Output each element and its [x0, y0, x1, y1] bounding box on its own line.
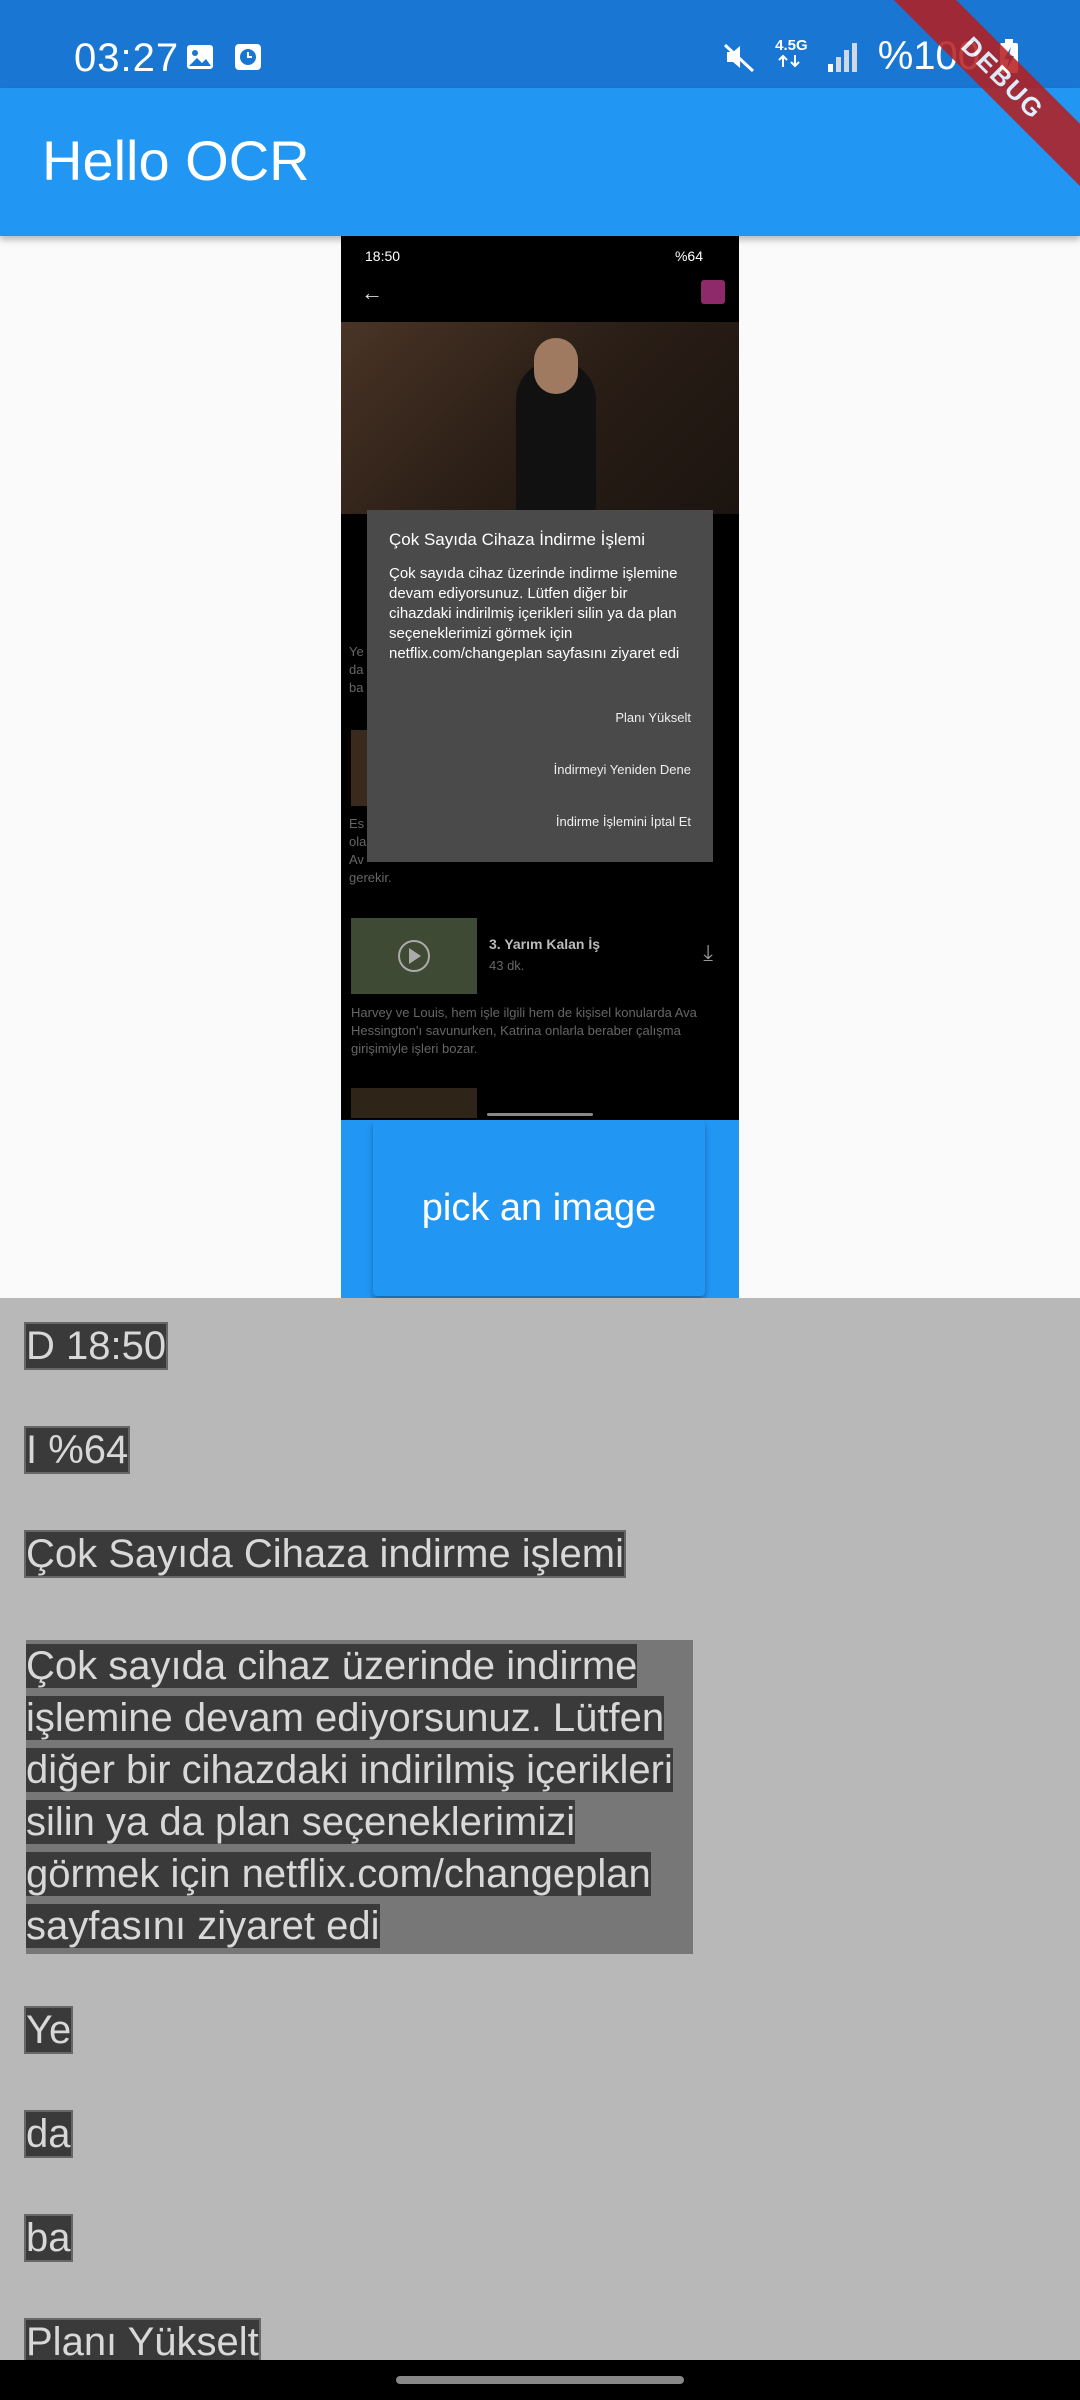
inner-person-head — [534, 338, 578, 394]
navigation-bar — [0, 2360, 1080, 2400]
ocr-paragraph-line: işlemine devam ediyorsunuz. Lütfen — [26, 1696, 665, 1740]
ocr-result-text: ba — [24, 2214, 73, 2262]
ocr-paragraph-line: Çok sayıda cihaz üzerinde indirme — [26, 1644, 638, 1688]
dialog-title: Çok Sayıda Cihaza İndirme İşlemi — [389, 530, 646, 549]
ocr-result-text: Planı Yükselt — [24, 2318, 261, 2360]
ocr-result-text: D 18:50 — [23, 1322, 169, 1370]
ocr-results-panel: D 18:50 I %64 Çok Sayıda Cihaza indirme … — [0, 1298, 1080, 2360]
data-arrows-icon — [778, 54, 800, 68]
inner-status-battery: %64 — [674, 248, 703, 264]
inner-profile-icon — [701, 280, 725, 304]
inner-partial-text: ba — [349, 680, 364, 695]
ocr-paragraph-line: silin ya da plan seçeneklerimizi — [26, 1800, 576, 1844]
inner-partial-text: gerekir. — [349, 870, 392, 885]
inner-episode-thumb — [351, 918, 477, 994]
status-notification-icons — [185, 42, 263, 72]
dialog-action-upgrade: Planı Yükselt — [615, 710, 691, 725]
home-gesture-handle[interactable] — [396, 2376, 684, 2384]
ocr-paragraph-line: görmek için netflix.com/changeplan — [26, 1852, 651, 1896]
inner-partial-text: Es — [349, 816, 365, 831]
ocr-result-item: da — [24, 2108, 73, 2160]
dialog-action-cancel: İndirme İşlemini İptal Et — [555, 814, 691, 829]
inner-episode-thumb — [351, 1088, 477, 1118]
app-title: Hello OCR — [42, 129, 310, 192]
ocr-result-text: da — [24, 2110, 73, 2158]
mute-icon — [724, 43, 755, 72]
download-limit-dialog: Çok Sayıda Cihaza İndirme İşlemi Çok say… — [367, 510, 713, 862]
ocr-paragraph-line: diğer bir cihazdaki indirilmiş içerikler… — [26, 1748, 673, 1792]
dialog-body: Çok sayıda cihaz üzerinde indirme işlemi… — [389, 565, 680, 662]
ocr-paragraph-line: sayfasını ziyaret edi — [26, 1904, 380, 1948]
ocr-result-item: Çok Sayıda Cihaza indirme işlemi — [23, 1528, 627, 1580]
inner-download-icon: ⤓ — [703, 940, 713, 965]
pick-image-button[interactable]: pick an image — [373, 1120, 705, 1296]
inner-back-arrow-icon: ← — [361, 280, 383, 305]
play-icon — [351, 918, 477, 994]
picked-image-preview: 18:50 %64 ← Ye da ba Es ola Av gerekir. … — [341, 236, 739, 1120]
status-time: 03:27 — [74, 36, 180, 80]
inner-status-time: 18:50 — [365, 248, 401, 264]
inner-episode-description: Harvey ve Louis, hem işle ilgili hem de … — [351, 1005, 697, 1056]
network-type: 4.5G — [775, 38, 808, 74]
ocr-result-text: Ye — [23, 2006, 74, 2054]
inner-partial-text: da — [349, 662, 364, 677]
ocr-result-paragraph: Çok sayıda cihaz üzerinde indirme işlemi… — [26, 1640, 693, 1954]
ocr-result-item: I %64 — [23, 1424, 131, 1476]
inner-home-indicator — [487, 1113, 593, 1116]
inner-partial-text: Ye — [349, 644, 364, 659]
image-icon — [187, 45, 213, 69]
ocr-result-text: Çok Sayıda Cihaza indirme işlemi — [23, 1530, 627, 1578]
ocr-result-item: ba — [24, 2212, 73, 2264]
inner-partial-text: Av — [349, 852, 364, 867]
inner-video-frame — [341, 322, 739, 514]
inner-episode-duration: 43 dk. — [489, 958, 525, 973]
ocr-result-item: Planı Yükselt — [24, 2316, 261, 2360]
ocr-result-text: I %64 — [23, 1426, 131, 1474]
signal-icon — [827, 42, 857, 72]
inner-partial-text: ola — [349, 834, 367, 849]
inner-episode-title: 3. Yarım Kalan İş — [489, 936, 601, 952]
ocr-result-item: Ye — [23, 2004, 74, 2056]
ocr-result-item: D 18:50 — [23, 1320, 169, 1372]
clock-app-icon — [235, 44, 261, 70]
dialog-action-retry: İndirmeyi Yeniden Dene — [553, 762, 691, 777]
app-bar: Hello OCR — [0, 88, 1080, 236]
